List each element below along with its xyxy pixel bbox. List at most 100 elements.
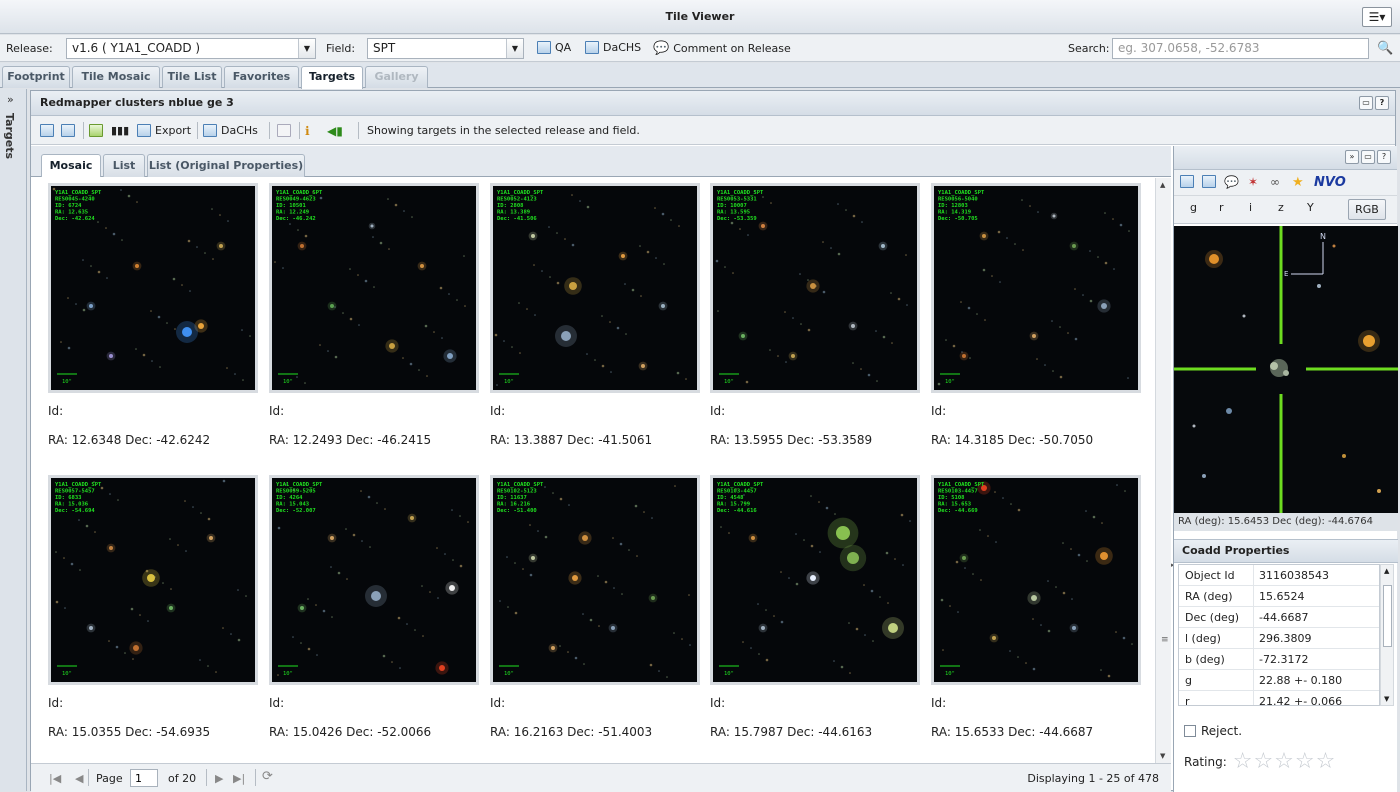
scroll-up-icon[interactable]: ▲ bbox=[1384, 567, 1389, 575]
target-thumbnail[interactable]: Y1A1_COADD_SPT RES0049-4623 ID: 10501 RA: 1… bbox=[269, 183, 479, 393]
target-thumbnail[interactable]: Y1A1_COADD_SPT RES0052-4123 ID: 2808 RA: 13… bbox=[490, 183, 700, 393]
speaker-button[interactable]: ◀▮ bbox=[327, 124, 343, 138]
tab-gallery[interactable]: Gallery bbox=[365, 66, 428, 88]
comment-on-release-button[interactable]: 💬 Comment on Release bbox=[653, 41, 791, 56]
nvo-icon[interactable]: NVO bbox=[1314, 175, 1346, 190]
tab-footprint[interactable]: Footprint bbox=[2, 66, 70, 88]
release-toolbar: Release: v1.6 ( Y1A1_COADD ) ▼ Field: SP… bbox=[0, 35, 1400, 62]
target-preview-image[interactable]: N E bbox=[1174, 226, 1398, 513]
release-select[interactable]: v1.6 ( Y1A1_COADD ) ▼ bbox=[66, 38, 316, 59]
target-card[interactable]: Y1A1_COADD_SPT RES0059-5205 ID: 4264 RA: 15… bbox=[269, 475, 479, 760]
info-button[interactable]: ℹ bbox=[305, 124, 310, 138]
band-r[interactable]: r bbox=[1219, 201, 1224, 214]
dachs-panel-button[interactable]: DaCHs bbox=[203, 124, 258, 137]
target-card[interactable]: Y1A1_COADD_SPT RES0103-4457 ID: 4548 RA: 15… bbox=[710, 475, 920, 760]
collapse-icon[interactable]: » bbox=[1345, 150, 1359, 164]
target-card[interactable]: Y1A1_COADD_SPT RES0102-5123 ID: 11637 RA: 1… bbox=[490, 475, 700, 760]
comment-icon[interactable]: 💬 bbox=[1224, 175, 1239, 189]
rating-stars[interactable]: ☆☆☆☆☆ bbox=[1233, 749, 1337, 774]
chevron-down-icon[interactable]: ▼ bbox=[506, 39, 523, 58]
properties-scrollbar[interactable]: ▲ ▼ bbox=[1380, 564, 1394, 706]
qa-icon[interactable] bbox=[1180, 175, 1194, 188]
scroll-down-icon[interactable]: ▼ bbox=[1384, 695, 1389, 703]
expand-icon[interactable]: » bbox=[7, 93, 14, 106]
search-input[interactable]: eg. 307.0658, -52.6783 bbox=[1112, 38, 1369, 59]
tab-favorites[interactable]: Favorites bbox=[224, 66, 299, 88]
target-thumbnail[interactable]: Y1A1_COADD_SPT RES0056-5040 ID: 12803 RA: 1… bbox=[931, 183, 1141, 393]
columns-button[interactable]: ▮▮▮ bbox=[111, 124, 129, 137]
tab-tile-list[interactable]: Tile List bbox=[162, 66, 222, 88]
band-g[interactable]: g bbox=[1190, 201, 1197, 214]
plot-icon[interactable]: ✶ bbox=[1248, 175, 1258, 189]
scroll-up-icon[interactable]: ▲ bbox=[1160, 181, 1165, 189]
band-i[interactable]: i bbox=[1249, 201, 1252, 214]
page-input[interactable] bbox=[130, 769, 158, 787]
overlay-text: RA: 13.389 bbox=[497, 210, 530, 216]
property-row[interactable]: RA (deg) 15.6524 bbox=[1179, 586, 1379, 607]
property-row[interactable]: Dec (deg) -44.6687 bbox=[1179, 607, 1379, 628]
property-row[interactable]: b (deg) -72.3172 bbox=[1179, 649, 1379, 670]
target-thumbnail[interactable]: Y1A1_COADD_SPT RES0059-5205 ID: 4264 RA: 15… bbox=[269, 475, 479, 685]
band-y[interactable]: Y bbox=[1307, 201, 1314, 214]
view-tab-bar: Mosaic List List (Original Properties) bbox=[31, 146, 1171, 177]
star-icon[interactable]: ★ bbox=[1292, 175, 1304, 190]
scroll-thumb[interactable] bbox=[1383, 585, 1392, 647]
target-thumbnail[interactable]: Y1A1_COADD_SPT RES0103-4457 ID: 4548 RA: 15… bbox=[710, 475, 920, 685]
property-row[interactable]: g 22.88 +- 0.180 bbox=[1179, 670, 1379, 691]
target-thumbnail[interactable]: Y1A1_COADD_SPT RES0103-4457 ID: 5108 RA: 15… bbox=[931, 475, 1141, 685]
maximize-icon[interactable]: ▭ bbox=[1359, 96, 1373, 110]
tab-list-original-properties[interactable]: List (Original Properties) bbox=[147, 154, 305, 177]
field-select[interactable]: SPT ▼ bbox=[367, 38, 524, 59]
prev-page-icon[interactable]: ◀ bbox=[75, 772, 83, 785]
main-menu-button[interactable]: ☰▾ bbox=[1362, 7, 1392, 27]
next-page-icon[interactable]: ▶ bbox=[215, 772, 223, 785]
collapsed-targets-panel[interactable]: » Targets bbox=[0, 89, 27, 791]
target-card[interactable]: Y1A1_COADD_SPT RES0056-5040 ID: 12803 RA: 1… bbox=[931, 183, 1141, 468]
rgb-button[interactable]: RGB bbox=[1348, 199, 1386, 220]
refresh-icon[interactable]: ⟳ bbox=[262, 769, 273, 784]
grid-scrollbar[interactable]: ▲ ≡ ▼ bbox=[1155, 178, 1171, 763]
document-button[interactable] bbox=[277, 124, 291, 137]
help-icon[interactable]: ? bbox=[1377, 150, 1391, 164]
target-card[interactable]: Y1A1_COADD_SPT RES0053-5331 ID: 10007 RA: 1… bbox=[710, 183, 920, 468]
band-z[interactable]: z bbox=[1278, 201, 1284, 214]
target-card[interactable]: Y1A1_COADD_SPT RES0103-4457 ID: 5108 RA: 15… bbox=[931, 475, 1141, 760]
property-row[interactable]: Object Id 3116038543 bbox=[1179, 565, 1379, 586]
target-thumbnail[interactable]: Y1A1_COADD_SPT RES0053-5331 ID: 10007 RA: 1… bbox=[710, 183, 920, 393]
help-icon[interactable]: ? bbox=[1375, 96, 1389, 110]
last-page-icon[interactable]: ▶| bbox=[233, 772, 245, 785]
download-button[interactable] bbox=[89, 124, 103, 137]
tab-list[interactable]: List bbox=[103, 154, 145, 177]
property-row[interactable]: l (deg) 296.3809 bbox=[1179, 628, 1379, 649]
first-page-icon[interactable]: |◀ bbox=[49, 772, 61, 785]
mosaic-view-button[interactable] bbox=[40, 124, 54, 137]
link-icon[interactable]: ∞ bbox=[1270, 175, 1280, 189]
target-thumbnail[interactable]: Y1A1_COADD_SPT RES0102-5123 ID: 11637 RA: 1… bbox=[490, 475, 700, 685]
target-thumbnail[interactable]: Y1A1_COADD_SPT RES0057-5457 ID: 6833 RA: 15… bbox=[48, 475, 258, 685]
reject-checkbox[interactable]: Reject. bbox=[1184, 724, 1242, 738]
qa-button[interactable]: QA bbox=[537, 41, 571, 54]
tab-tile-mosaic[interactable]: Tile Mosaic bbox=[72, 66, 160, 88]
scroll-grip-icon[interactable]: ≡ bbox=[1161, 635, 1169, 645]
maximize-icon[interactable]: ▭ bbox=[1361, 150, 1375, 164]
export-button[interactable]: Export bbox=[137, 124, 191, 137]
list-view-button[interactable] bbox=[61, 124, 75, 137]
target-card[interactable]: Y1A1_COADD_SPT RES0052-4123 ID: 2808 RA: 13… bbox=[490, 183, 700, 468]
tab-mosaic[interactable]: Mosaic bbox=[41, 154, 101, 177]
target-radec: RA: 15.7987 Dec: -44.6163 bbox=[710, 725, 873, 739]
table-icon[interactable] bbox=[1202, 175, 1216, 188]
window-titlebar: Tile Viewer ☰▾ bbox=[0, 0, 1400, 34]
property-row[interactable]: r 21.42 +- 0.066 bbox=[1179, 691, 1379, 706]
dachs-button[interactable]: DaCHS bbox=[585, 41, 641, 54]
target-thumbnail[interactable]: Y1A1_COADD_SPT RES0045-4240 ID: 6724 RA: 12… bbox=[48, 183, 258, 393]
target-card[interactable]: Y1A1_COADD_SPT RES0057-5457 ID: 6833 RA: 15… bbox=[48, 475, 258, 760]
search-icon[interactable]: 🔍 bbox=[1377, 41, 1393, 56]
target-card[interactable]: Y1A1_COADD_SPT RES0045-4240 ID: 6724 RA: 12… bbox=[48, 183, 258, 468]
target-id-label: Id: bbox=[48, 696, 64, 710]
scroll-down-icon[interactable]: ▼ bbox=[1160, 752, 1165, 760]
target-card[interactable]: Y1A1_COADD_SPT RES0049-4623 ID: 10501 RA: 1… bbox=[269, 183, 479, 468]
property-value: 21.42 +- 0.066 bbox=[1259, 695, 1343, 706]
chevron-down-icon[interactable]: ▼ bbox=[298, 39, 315, 58]
checkbox-icon[interactable] bbox=[1184, 725, 1196, 737]
tab-targets[interactable]: Targets bbox=[301, 66, 363, 89]
